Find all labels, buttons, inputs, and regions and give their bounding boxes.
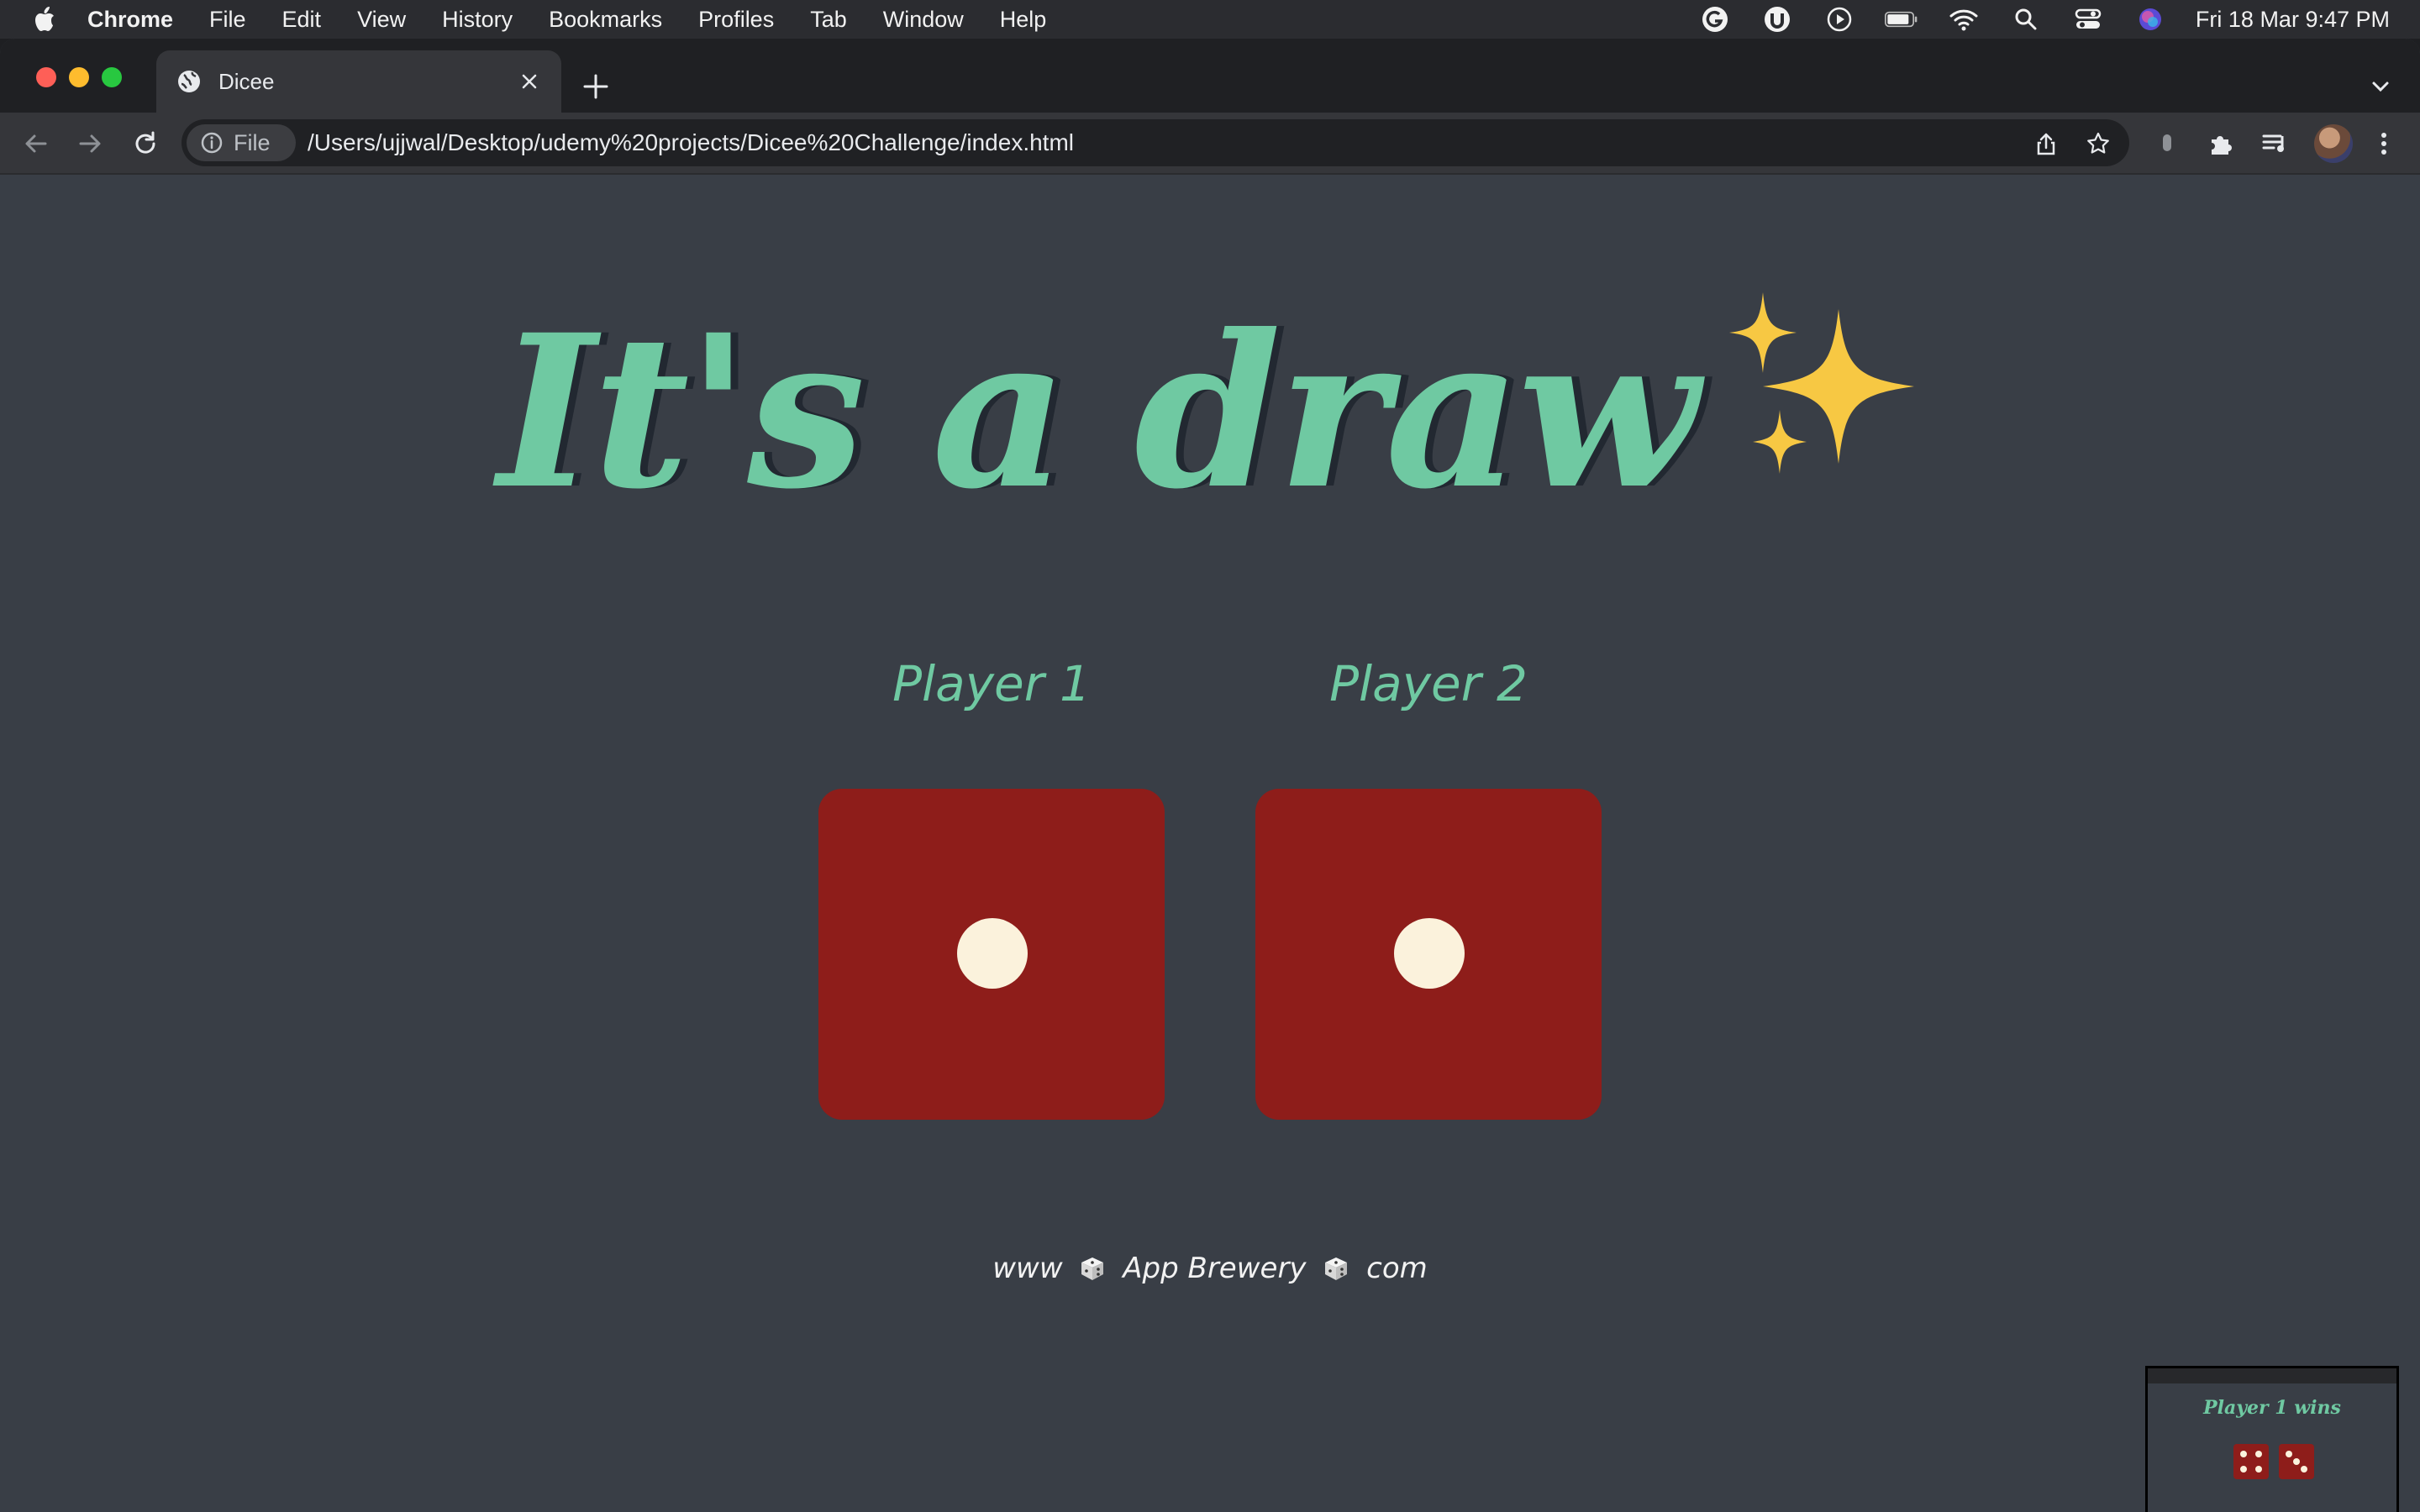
new-tab-plus-icon[interactable] xyxy=(580,71,612,102)
menu-profiles[interactable]: Profiles xyxy=(698,7,774,33)
footer-brand: App Brewery xyxy=(1123,1252,1307,1285)
player-1-label: Player 1 xyxy=(892,655,1091,712)
globe-icon xyxy=(178,71,200,92)
extensions-puzzle-icon[interactable] xyxy=(2205,128,2237,160)
page-viewport: It's a draw Player 1 Player 2 www App Br… xyxy=(0,175,2420,1512)
status-area: Fri 18 Mar 9:47 PM xyxy=(1698,0,2420,39)
grammarly-icon[interactable] xyxy=(1698,5,1732,34)
player-2-label: Player 2 xyxy=(1329,655,1528,712)
close-icon[interactable] xyxy=(518,70,541,93)
menu-tab[interactable]: Tab xyxy=(810,7,847,33)
menu-bookmarks[interactable]: Bookmarks xyxy=(549,7,662,33)
thumbnail-die-1 xyxy=(2233,1444,2269,1479)
tab-dicee[interactable]: Dicee xyxy=(156,50,561,113)
dice-pip xyxy=(957,918,1028,989)
control-center-icon[interactable] xyxy=(2071,5,2105,34)
menu-history[interactable]: History xyxy=(442,7,513,33)
headline-text: It's a draw xyxy=(497,288,1698,535)
kebab-menu-icon[interactable] xyxy=(2368,128,2400,160)
info-icon xyxy=(201,132,223,154)
result-headline: It's a draw xyxy=(0,284,2420,535)
player-1-dice xyxy=(818,789,1165,1120)
menu-app-chrome[interactable]: Chrome xyxy=(87,7,173,33)
menu-window[interactable]: Window xyxy=(883,7,964,33)
menu-help[interactable]: Help xyxy=(1000,7,1047,33)
url-text[interactable]: /Users/ujjwal/Desktop/udemy%20projects/D… xyxy=(308,129,1074,156)
menu-view[interactable]: View xyxy=(357,7,406,33)
screenshot-thumbnail-preview[interactable]: Player 1 wins xyxy=(2145,1366,2399,1512)
utorrent-icon[interactable] xyxy=(1760,5,1794,34)
thumbnail-browser-bar xyxy=(2148,1368,2396,1383)
player-2-dice xyxy=(1255,789,1602,1120)
browser-window: Dicee File /Users/ujjwal/Desktop/udemy%2… xyxy=(0,39,2420,1512)
dice-icon xyxy=(1325,1257,1348,1280)
siri-icon[interactable] xyxy=(2133,5,2167,34)
window-zoom-button[interactable] xyxy=(102,67,122,87)
sparkles-icon xyxy=(1728,292,1914,474)
menu-bar-clock[interactable]: Fri 18 Mar 9:47 PM xyxy=(2196,7,2390,33)
dice-icon xyxy=(1081,1257,1104,1280)
menu-edit[interactable]: Edit xyxy=(282,7,322,33)
chevron-down-icon[interactable] xyxy=(2368,74,2393,99)
tab-title: Dicee xyxy=(218,68,275,94)
tab-strip: Dicee xyxy=(0,39,2420,113)
footer-prefix: www xyxy=(992,1252,1063,1285)
forward-arrow-icon[interactable] xyxy=(74,128,106,160)
share-icon[interactable] xyxy=(2033,131,2059,156)
site-info-label: File xyxy=(234,129,271,155)
battery-icon[interactable] xyxy=(1884,5,1918,34)
bookmark-star-icon[interactable] xyxy=(2086,131,2111,156)
spotlight-search-icon[interactable] xyxy=(2009,5,2043,34)
footer-suffix: com xyxy=(1366,1252,1428,1285)
reload-icon[interactable] xyxy=(129,128,161,160)
macos-menu-bar: Chrome File Edit View History Bookmarks … xyxy=(0,0,2420,39)
address-bar[interactable]: File /Users/ujjwal/Desktop/udemy%20proje… xyxy=(182,119,2129,166)
window-close-button[interactable] xyxy=(36,67,56,87)
window-minimize-button[interactable] xyxy=(69,67,89,87)
thumbnail-title: Player 1 wins xyxy=(2203,1397,2341,1419)
media-queue-icon[interactable] xyxy=(2259,128,2291,160)
site-info-chip[interactable]: File xyxy=(187,124,296,161)
extension-mic-icon[interactable] xyxy=(2151,128,2183,160)
back-arrow-icon[interactable] xyxy=(20,128,52,160)
play-icon[interactable] xyxy=(1823,5,1856,34)
thumbnail-die-2 xyxy=(2279,1444,2314,1479)
wifi-icon[interactable] xyxy=(1947,5,1981,34)
menu-file[interactable]: File xyxy=(209,7,246,33)
browser-toolbar: File /Users/ujjwal/Desktop/udemy%20proje… xyxy=(0,113,2420,175)
apple-logo-icon[interactable] xyxy=(32,6,55,33)
profile-avatar[interactable] xyxy=(2314,124,2353,163)
footer-credit: www App Brewery com xyxy=(0,1252,2420,1285)
dice-pip xyxy=(1394,918,1465,989)
